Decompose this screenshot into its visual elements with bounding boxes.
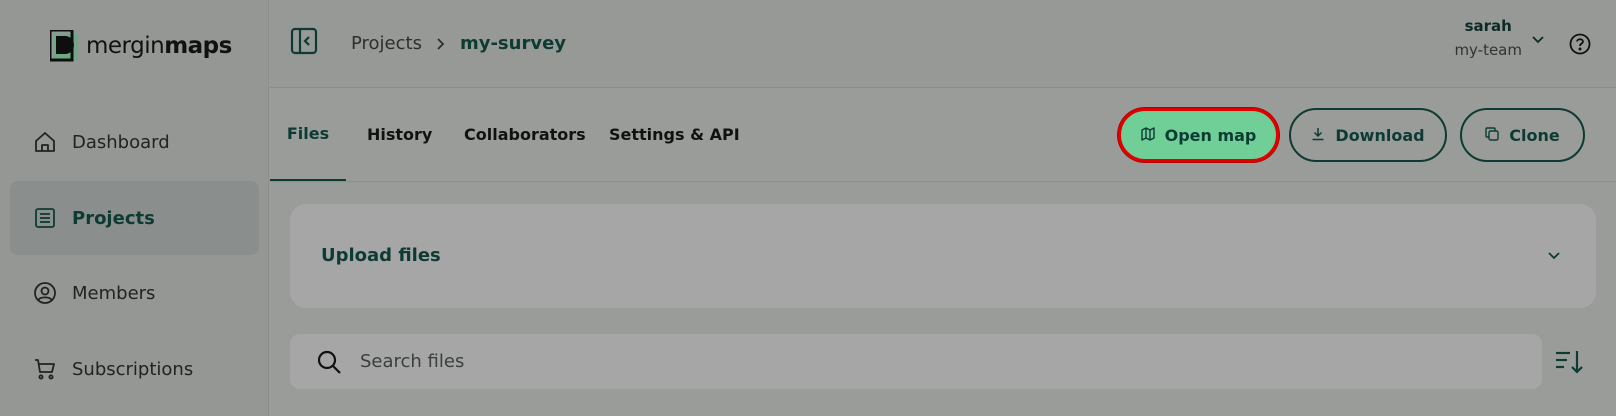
copy-icon <box>1485 126 1499 145</box>
sidebar-collapse-icon <box>290 27 318 59</box>
download-icon <box>1311 126 1325 145</box>
chevron-down-icon <box>1532 29 1544 48</box>
breadcrumb: Projects my-survey <box>351 33 566 54</box>
home-icon <box>32 129 58 155</box>
search-icon <box>316 349 342 375</box>
mergin-maps-logo-icon <box>48 28 82 62</box>
sidebar-item-label: Subscriptions <box>72 358 194 380</box>
user-team: my-team <box>1454 41 1522 59</box>
help-button[interactable] <box>1569 33 1591 55</box>
tab-label: Collaborators <box>464 125 586 144</box>
upload-files-panel[interactable]: Upload files <box>290 204 1596 308</box>
tab-label: History <box>367 125 433 144</box>
map-icon <box>1140 126 1155 145</box>
sidebar-item-label: Projects <box>72 207 155 229</box>
tab-collaborators[interactable]: Collaborators <box>464 88 586 181</box>
open-map-button[interactable]: Open map <box>1118 108 1279 162</box>
search-input[interactable] <box>360 341 1542 382</box>
download-button[interactable]: Download <box>1289 108 1447 162</box>
app-root: merginmaps Dashboard Projects Members Su… <box>0 0 1616 416</box>
download-label: Download <box>1335 125 1425 145</box>
breadcrumb-projects-link[interactable]: Projects <box>351 33 422 54</box>
sidebar-item-label: Dashboard <box>72 131 170 153</box>
open-map-label: Open map <box>1164 125 1257 145</box>
tab-label: Settings & API <box>609 125 740 144</box>
sort-icon <box>1554 351 1584 380</box>
breadcrumb-current: my-survey <box>459 33 567 54</box>
search-bar <box>290 334 1542 389</box>
sidebar-item-subscriptions[interactable]: Subscriptions <box>10 332 259 406</box>
user-menu[interactable]: sarah my-team <box>1454 17 1544 59</box>
sidebar-item-members[interactable]: Members <box>10 256 259 330</box>
list-icon <box>32 205 58 231</box>
logo[interactable]: merginmaps <box>48 28 232 62</box>
tab-files[interactable]: Files <box>270 88 346 181</box>
sidebar: merginmaps Dashboard Projects Members Su… <box>0 0 269 416</box>
chevron-down-icon <box>1548 245 1560 264</box>
tab-label: Files <box>286 124 330 143</box>
user-name: sarah <box>1464 17 1512 35</box>
sidebar-item-label: Members <box>72 282 156 304</box>
logo-text: merginmaps <box>86 33 232 59</box>
sidebar-item-projects[interactable]: Projects <box>10 181 259 255</box>
clone-label: Clone <box>1509 125 1560 145</box>
project-tabbar: Files History Collaborators Settings & A… <box>270 88 1616 182</box>
sidebar-item-dashboard[interactable]: Dashboard <box>10 105 259 179</box>
upload-files-title: Upload files <box>321 245 441 266</box>
top-header: Projects my-survey sarah my-team <box>270 0 1616 88</box>
cart-icon <box>32 356 58 382</box>
sort-button[interactable] <box>1554 348 1584 376</box>
clone-button[interactable]: Clone <box>1460 108 1585 162</box>
tab-history[interactable]: History <box>367 88 432 181</box>
user-info: sarah my-team <box>1454 17 1522 59</box>
chevron-right-icon <box>436 37 446 51</box>
sidebar-toggle-button[interactable] <box>290 27 318 59</box>
help-icon <box>1569 33 1591 59</box>
tab-settings[interactable]: Settings & API <box>609 88 740 181</box>
user-circle-icon <box>32 280 58 306</box>
